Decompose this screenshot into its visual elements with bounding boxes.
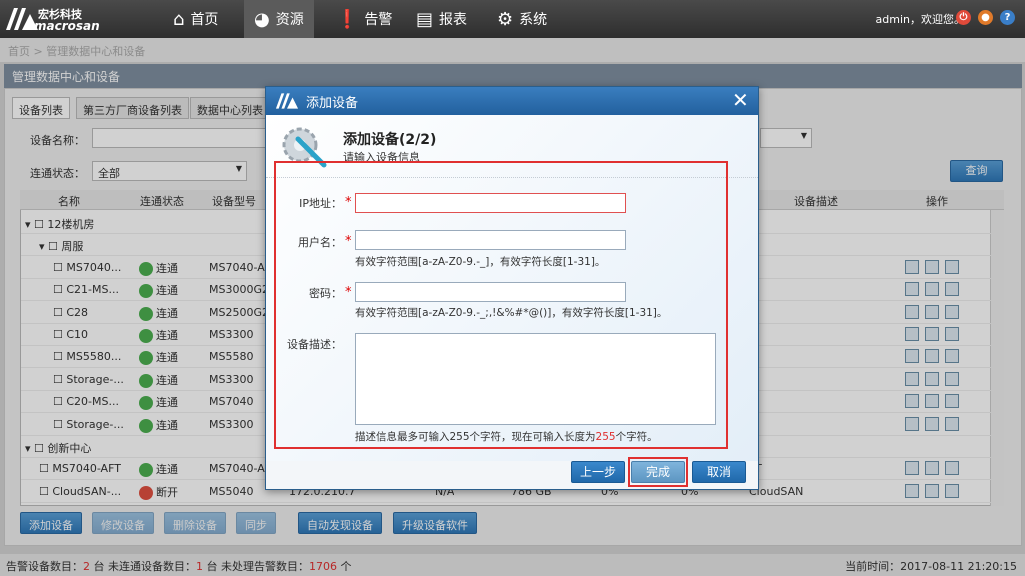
- description-label: 设备描述：: [287, 338, 342, 351]
- top-bar: 宏杉科技 macrosan ⌂ 首页 ◕ 资源 ❗ 告警 ▤ 报表 ⚙ 系统 admin，…: [0, 0, 1025, 38]
- description-hint-post: 个字符。: [615, 431, 658, 443]
- macrosan-logo: 宏杉科技 macrosan: [4, 4, 114, 34]
- dialog-body: 添加设备(2/2) 请输入设备信息 IP地址： * 用户名： * 有效字符范围[…: [266, 115, 758, 461]
- ip-address-input[interactable]: [355, 193, 626, 213]
- description-hint: 描述信息最多可输入255个字符，现在可输入长度为255个字符。: [355, 429, 658, 444]
- description-remaining-count: 255: [595, 431, 616, 443]
- username-hint: 有效字符范围[a-zA-Z0-9.-_]，有效字符长度[1-31]。: [355, 256, 606, 268]
- nav-resource[interactable]: ◕ 资源: [244, 0, 314, 38]
- username-required-mark: *: [345, 234, 352, 249]
- password-label: 密码：: [309, 287, 342, 300]
- finish-button[interactable]: 完成: [631, 461, 685, 483]
- dialog-header: 添加设备 ✕: [266, 87, 758, 115]
- nav-alarm[interactable]: ❗ 告警: [326, 0, 402, 38]
- ip-label: IP地址：: [299, 197, 342, 210]
- nav-resource-label: 资源: [275, 12, 304, 28]
- user-greeting: admin，欢迎您。: [875, 13, 965, 26]
- home-icon: ⌂: [173, 8, 185, 30]
- description-textarea[interactable]: [355, 333, 716, 425]
- description-hint-pre: 描述信息最多可输入255个字符，现在可输入长度为: [355, 431, 596, 443]
- report-icon: ▤: [416, 8, 434, 30]
- help-icon[interactable]: ?: [1000, 10, 1015, 25]
- alert-icon: ❗: [336, 8, 359, 30]
- pie-chart-icon: ◕: [254, 8, 270, 30]
- nav-report-label: 报表: [439, 12, 468, 28]
- language-icon[interactable]: ●: [978, 10, 993, 25]
- username-label: 用户名：: [298, 236, 342, 249]
- nav-system[interactable]: ⚙ 系统: [487, 0, 557, 38]
- password-hint: 有效字符范围[a-zA-Z0-9.-_;,!&%#*@()]，有效字符长度[1-…: [355, 307, 668, 319]
- gear-icon: ⚙: [497, 8, 514, 30]
- close-icon[interactable]: ✕: [732, 88, 749, 112]
- nav-home-label: 首页: [190, 12, 219, 28]
- step-title: 添加设备(2/2): [343, 132, 437, 148]
- nav-alarm-label: 告警: [364, 12, 393, 28]
- nav-system-label: 系统: [519, 12, 548, 28]
- ip-required-mark: *: [345, 195, 352, 210]
- logout-icon[interactable]: ⏻: [956, 10, 971, 25]
- nav-report[interactable]: ▤ 报表: [406, 0, 477, 38]
- dialog-title: 添加设备: [306, 96, 359, 111]
- cancel-button[interactable]: 取消: [692, 461, 746, 483]
- add-device-dialog: 添加设备 ✕ 添加设备(2/2) 请输入设备信息 IP地址： * 用户名： * …: [265, 86, 759, 490]
- username-input[interactable]: [355, 230, 626, 250]
- password-required-mark: *: [345, 285, 352, 300]
- logo-mark-icon: [275, 93, 299, 109]
- password-input[interactable]: [355, 282, 626, 302]
- previous-step-button[interactable]: 上一步: [571, 461, 625, 483]
- nav-home[interactable]: ⌂ 首页: [163, 0, 228, 38]
- logo-en-text: macrosan: [34, 19, 100, 33]
